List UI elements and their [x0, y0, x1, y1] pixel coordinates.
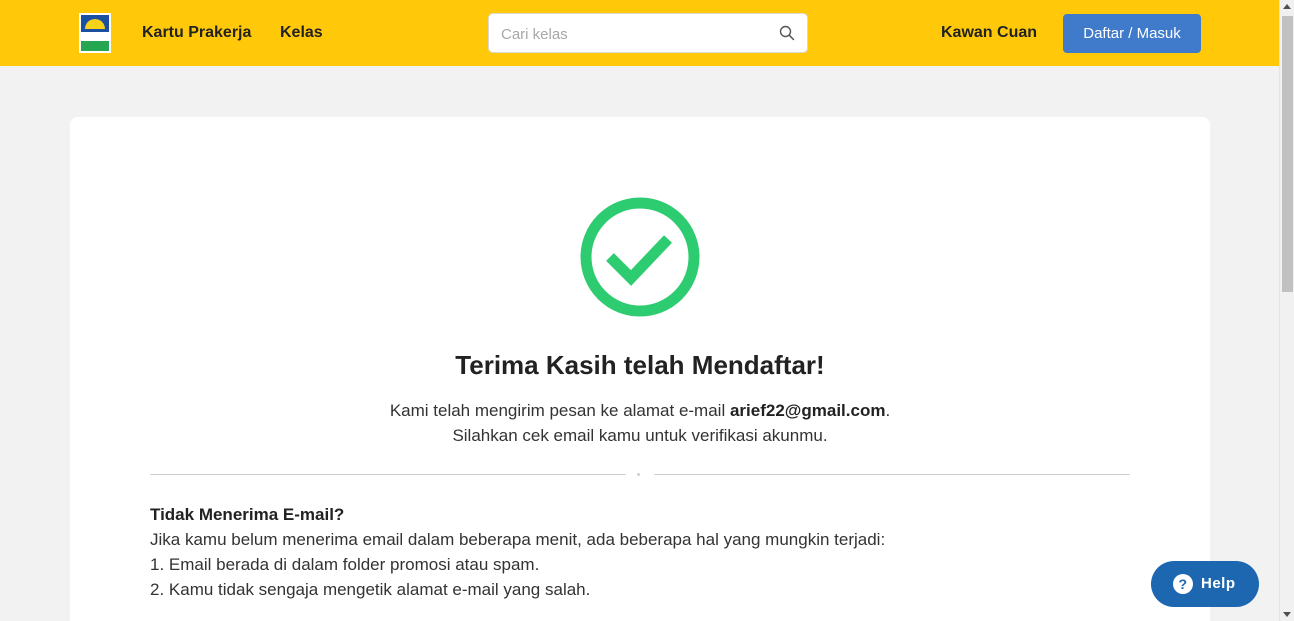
scroll-up-arrow-icon[interactable] — [1283, 4, 1291, 9]
logo-wordmark — [81, 32, 109, 41]
search-icon[interactable] — [779, 25, 795, 41]
logo-ground-graphic — [81, 41, 109, 51]
section-divider — [150, 473, 1130, 476]
siap-kerja-logo[interactable] — [79, 13, 111, 53]
confirmation-message: Kami telah mengirim pesan ke alamat e-ma… — [70, 398, 1210, 448]
help-section-intro: Jika kamu belum menerima email dalam beb… — [150, 530, 886, 549]
confirmation-card: Terima Kasih telah Mendaftar! Kami telah… — [70, 117, 1210, 621]
search-box — [488, 13, 808, 53]
page-title: Terima Kasih telah Mendaftar! — [455, 350, 825, 380]
register-login-button[interactable]: Daftar / Masuk — [1063, 14, 1201, 53]
divider-line-left — [150, 474, 626, 475]
message-line-1: Kami telah mengirim pesan ke alamat e-ma… — [70, 398, 1210, 423]
help-label: Help — [1201, 575, 1236, 592]
nav-kelas[interactable]: Kelas — [280, 23, 323, 43]
registered-email: arief22@gmail.com — [729, 401, 886, 420]
divider-dot — [637, 473, 640, 476]
scroll-thumb[interactable] — [1282, 16, 1293, 292]
message-line-2: Silahkan cek email kamu untuk verifikasi… — [452, 426, 828, 445]
success-check-icon — [580, 197, 700, 317]
top-navbar: Kartu Prakerja Kelas Kawan Cuan Daftar /… — [0, 0, 1279, 66]
divider-line-right — [654, 474, 1130, 475]
message-prefix: Kami telah mengirim pesan ke alamat e-ma… — [389, 401, 730, 420]
search-input[interactable] — [501, 23, 771, 45]
message-suffix: . — [885, 401, 891, 420]
help-button[interactable]: ? Help — [1151, 561, 1259, 607]
nav-kartu-prakerja[interactable]: Kartu Prakerja — [142, 23, 251, 43]
question-icon: ? — [1173, 574, 1193, 594]
vertical-scrollbar[interactable] — [1279, 0, 1294, 621]
no-email-help-section: Tidak Menerima E-mail? Jika kamu belum m… — [150, 502, 1130, 602]
help-list-item: 1. Email berada di dalam folder promosi … — [150, 555, 540, 574]
help-section-title: Tidak Menerima E-mail? — [150, 505, 345, 524]
scroll-down-arrow-icon[interactable] — [1283, 612, 1291, 617]
nav-kawan-cuan[interactable]: Kawan Cuan — [941, 23, 1037, 43]
logo-sun-graphic — [85, 19, 105, 29]
help-list-item: 2. Kamu tidak sengaja mengetik alamat e-… — [150, 580, 591, 599]
